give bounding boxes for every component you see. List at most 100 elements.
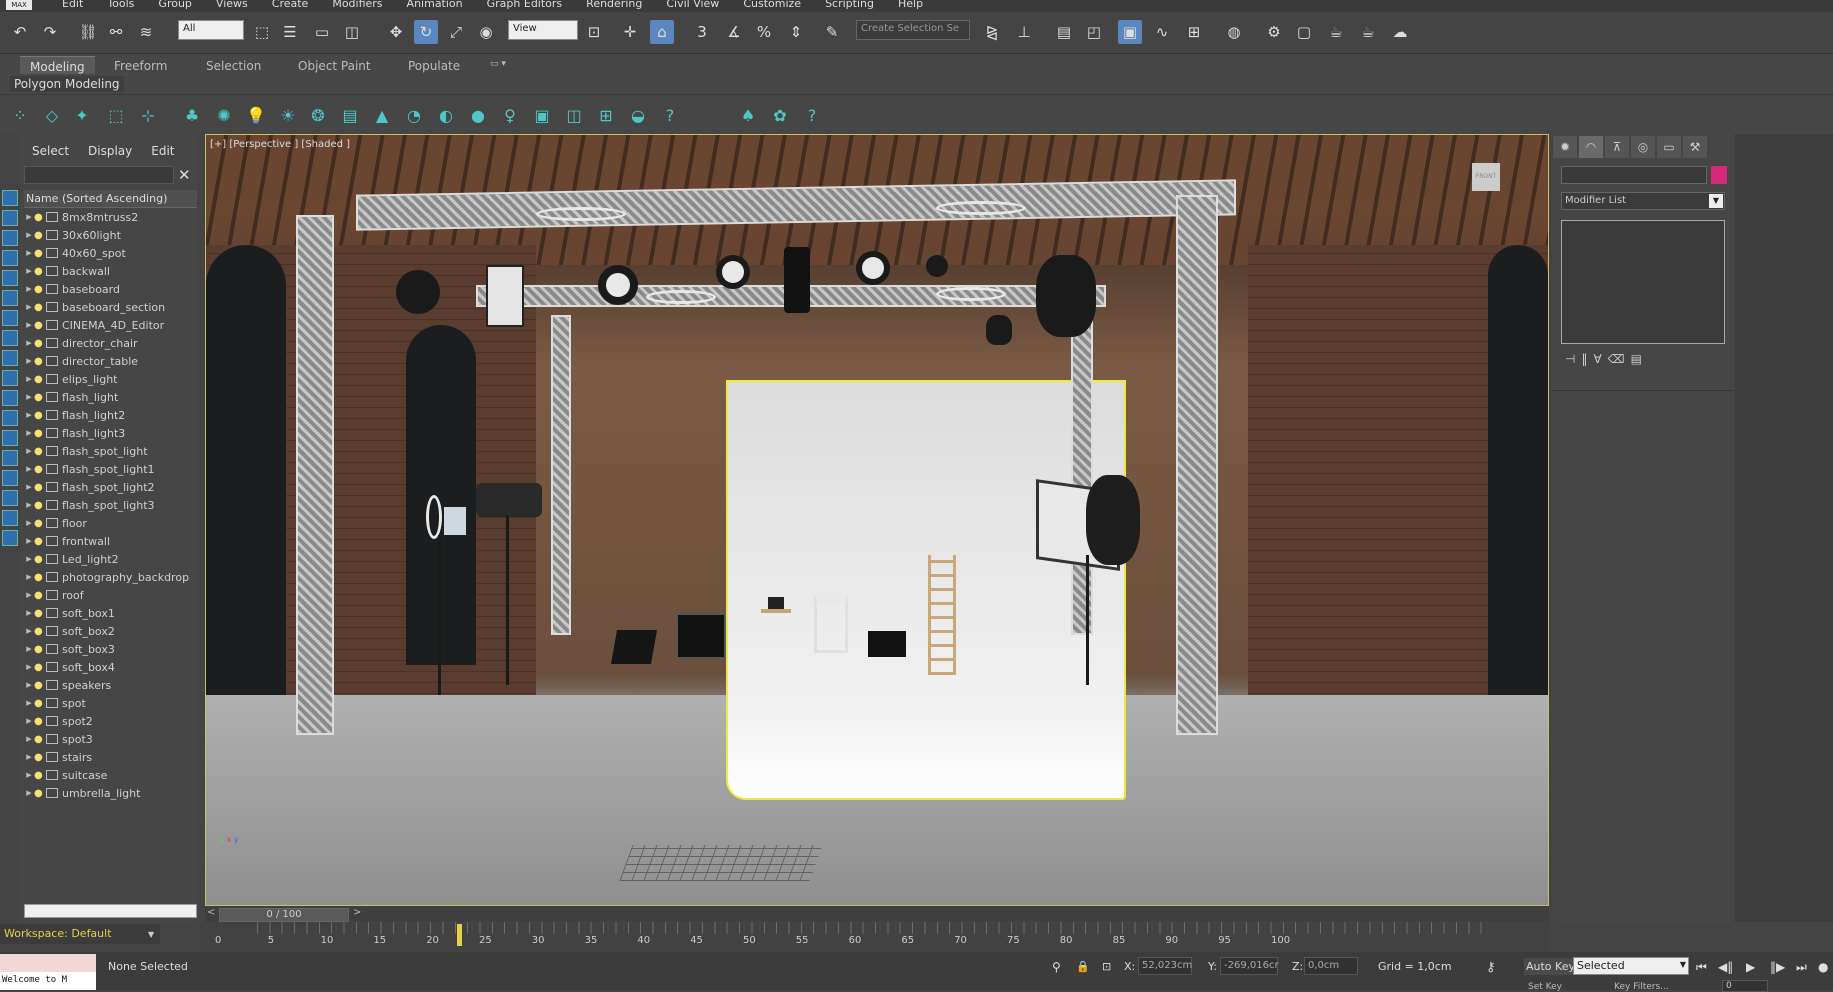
help-icon-2[interactable]: ? bbox=[800, 103, 824, 127]
select-by-name-icon[interactable]: ☰ bbox=[278, 20, 302, 44]
create-tab-icon[interactable]: ✹ bbox=[1553, 136, 1577, 158]
explorer-menu-select[interactable]: Select bbox=[20, 142, 76, 160]
select-scale-icon[interactable]: ⤢ bbox=[444, 20, 468, 44]
filter-icon[interactable] bbox=[2, 350, 18, 366]
spinner-snap-icon[interactable]: ⇕ bbox=[784, 20, 808, 44]
ring-light-small-left[interactable] bbox=[646, 290, 716, 304]
app-logo[interactable]: MAX bbox=[6, 0, 32, 10]
menu-item-scripting[interactable]: Scripting bbox=[813, 0, 886, 10]
expand-arrow-icon[interactable]: ▶ bbox=[24, 717, 34, 725]
flash-light-strip[interactable] bbox=[784, 247, 810, 313]
reference-coordinate-dropdown[interactable]: View bbox=[508, 20, 578, 40]
help-icon[interactable]: ? bbox=[658, 103, 682, 127]
filter-icon[interactable] bbox=[2, 490, 18, 506]
ring-light-stand[interactable] bbox=[426, 495, 442, 539]
menu-item-group[interactable]: Group bbox=[146, 0, 204, 10]
time-next-icon[interactable]: > bbox=[353, 907, 361, 918]
select-manipulate-icon[interactable]: ✛ bbox=[618, 20, 642, 44]
absolute-mode-icon[interactable]: ⊡ bbox=[1102, 960, 1111, 973]
ring-light-small-right[interactable] bbox=[936, 287, 1006, 301]
shader-ball-icon[interactable]: ● bbox=[466, 103, 490, 127]
light-bulb-icon[interactable]: ● bbox=[34, 302, 44, 313]
perspective-viewport[interactable]: z x y FRONT [+] [Perspective ] [Shaded ] bbox=[205, 134, 1549, 906]
modify-tab-icon[interactable]: ◠ bbox=[1579, 136, 1603, 158]
expand-arrow-icon[interactable]: ▶ bbox=[24, 267, 34, 275]
select-move-icon[interactable]: ✥ bbox=[384, 20, 408, 44]
sky-icon[interactable]: ❂ bbox=[306, 103, 330, 127]
truss-left-front[interactable] bbox=[296, 215, 334, 735]
list-item[interactable]: ▶ ● soft_box2 bbox=[24, 622, 197, 640]
filter-icon[interactable] bbox=[2, 390, 18, 406]
keyboard-shortcut-override-icon[interactable]: ⌂ bbox=[650, 20, 674, 44]
key-icon[interactable]: ⚷ bbox=[1486, 960, 1496, 975]
light-bulb-icon[interactable]: ● bbox=[34, 698, 44, 709]
go-to-start-icon[interactable]: ⏮ bbox=[1696, 960, 1707, 975]
menu-item-modifiers[interactable]: Modifiers bbox=[320, 0, 394, 10]
light-bulb-icon[interactable]: ● bbox=[34, 554, 44, 565]
light-bulb-icon[interactable]: ● bbox=[34, 482, 44, 493]
expand-arrow-icon[interactable]: ▶ bbox=[24, 537, 34, 545]
bind-spacewarp-icon[interactable]: ≋ bbox=[134, 20, 158, 44]
time-slider[interactable]: 0 / 100 bbox=[219, 908, 349, 922]
expand-arrow-icon[interactable]: ▶ bbox=[24, 519, 34, 527]
light-icon[interactable]: 💡 bbox=[244, 103, 268, 127]
safe-frame-icon[interactable]: ⊞ bbox=[594, 103, 618, 127]
tree-icon[interactable]: ♠ bbox=[736, 103, 760, 127]
expand-arrow-icon[interactable]: ▶ bbox=[24, 339, 34, 347]
light-bulb-icon[interactable]: ● bbox=[34, 464, 44, 475]
environment-icon[interactable]: ▤ bbox=[338, 103, 362, 127]
filter-icon[interactable] bbox=[2, 430, 18, 446]
track-bar[interactable]: 0 5 10 15 20 25 30 35 40 45 50 55 60 65 70 75 80 85 90 95 10… bbox=[200, 922, 1550, 952]
light-bulb-icon[interactable]: ● bbox=[34, 392, 44, 403]
suitcase[interactable] bbox=[868, 631, 906, 657]
rectangular-selection-icon[interactable]: ▭ bbox=[310, 20, 334, 44]
menu-item-create[interactable]: Create bbox=[260, 0, 321, 10]
list-item[interactable]: ▶ ● spot2 bbox=[24, 712, 197, 730]
configure-modifier-sets-icon[interactable]: ▤ bbox=[1631, 352, 1642, 370]
list-item[interactable]: ▶ ● soft_box4 bbox=[24, 658, 197, 676]
list-item[interactable]: ▶ ● flash_light bbox=[24, 388, 197, 406]
edge-mode-icon[interactable]: ◇ bbox=[40, 103, 64, 127]
director-table[interactable] bbox=[761, 609, 791, 613]
list-item[interactable]: ▶ ● director_chair bbox=[24, 334, 197, 352]
expand-arrow-icon[interactable]: ▶ bbox=[24, 555, 34, 563]
maxscript-listener-input[interactable] bbox=[0, 954, 96, 972]
list-item[interactable]: ▶ ● flash_spot_light3 bbox=[24, 496, 197, 514]
select-place-icon[interactable]: ◉ bbox=[474, 20, 498, 44]
tab-object-paint[interactable]: Object Paint bbox=[288, 56, 381, 74]
filter-icon[interactable] bbox=[2, 210, 18, 226]
percent-snap-icon[interactable]: % bbox=[752, 20, 776, 44]
list-item[interactable]: ▶ ● soft_box3 bbox=[24, 640, 197, 658]
render-in-cloud-icon[interactable]: ☁ bbox=[1388, 20, 1412, 44]
close-icon[interactable]: ✕ bbox=[178, 166, 191, 184]
undo-icon[interactable]: ↶ bbox=[8, 20, 32, 44]
led-panel-light[interactable] bbox=[486, 265, 524, 327]
list-item[interactable]: ▶ ● suitcase bbox=[24, 766, 197, 784]
expand-arrow-icon[interactable]: ▶ bbox=[24, 573, 34, 581]
show-end-result-icon[interactable]: ‖ bbox=[1581, 352, 1587, 370]
pin-stack-icon[interactable]: ⊣ bbox=[1565, 352, 1575, 370]
expand-arrow-icon[interactable]: ▶ bbox=[24, 699, 34, 707]
light-bulb-icon[interactable]: ● bbox=[34, 608, 44, 619]
menu-item-rendering[interactable]: Rendering bbox=[574, 0, 654, 10]
filter-icon[interactable] bbox=[2, 310, 18, 326]
expand-arrow-icon[interactable]: ▶ bbox=[24, 285, 34, 293]
list-item[interactable]: ▶ ● Led_light2 bbox=[24, 550, 197, 568]
filter-icon[interactable] bbox=[2, 510, 18, 526]
flash-spot-light[interactable] bbox=[926, 255, 948, 277]
window-crossing-icon[interactable]: ◫ bbox=[340, 20, 364, 44]
list-item[interactable]: ▶ ● baseboard bbox=[24, 280, 197, 298]
tab-modeling[interactable]: Modeling bbox=[20, 56, 95, 74]
modifier-stack[interactable] bbox=[1561, 220, 1725, 344]
umbrella-light[interactable] bbox=[1086, 475, 1140, 565]
motion-tab-icon[interactable]: ◎ bbox=[1631, 136, 1655, 158]
material-editor-icon[interactable]: ◍ bbox=[1222, 20, 1246, 44]
expand-arrow-icon[interactable]: ▶ bbox=[24, 303, 34, 311]
light-bulb-icon[interactable]: ● bbox=[34, 590, 44, 601]
expand-arrow-icon[interactable]: ▶ bbox=[24, 465, 34, 473]
elips-light-right[interactable] bbox=[936, 201, 1026, 215]
polygon-modeling-panel-label[interactable]: Polygon Modeling bbox=[10, 76, 124, 92]
expand-arrow-icon[interactable]: ▶ bbox=[24, 645, 34, 653]
expand-arrow-icon[interactable]: ▶ bbox=[24, 411, 34, 419]
light-lister-icon[interactable]: ♀ bbox=[498, 103, 522, 127]
